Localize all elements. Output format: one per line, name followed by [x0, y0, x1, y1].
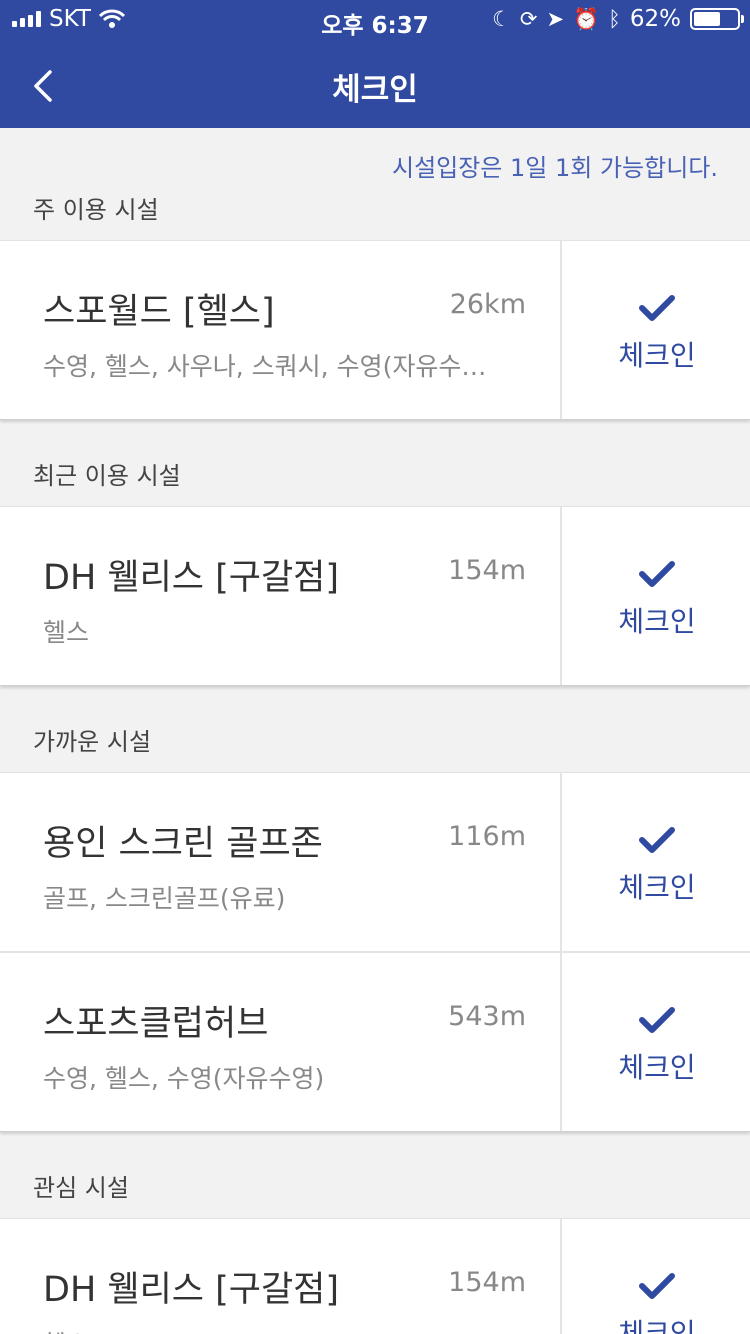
facility-row: DH 웰리스 [구갈점] 154m 헬스 체크인 — [0, 507, 750, 685]
checkin-label: 체크인 — [618, 1317, 696, 1334]
facility-distance: 116m — [448, 821, 526, 852]
facility-tags: 수영, 헬스, 수영(자유수영) — [43, 1064, 325, 1093]
location-icon: ➤ — [546, 7, 565, 31]
card-recent-facility: DH 웰리스 [구갈점] 154m 헬스 체크인 — [0, 506, 750, 686]
checkin-notice: 시설입장은 1일 1회 가능합니다. — [391, 154, 718, 182]
facility-info[interactable]: DH 웰리스 [구갈점] 154m 헬스 — [0, 1219, 562, 1334]
facility-row: 용인 스크린 골프존 116m 골프, 스크린골프(유료) 체크인 — [0, 773, 750, 951]
checkin-label: 체크인 — [618, 339, 696, 372]
facility-name: 스포월드 [헬스] — [43, 292, 275, 332]
battery-percent: 62% — [629, 6, 681, 32]
card-favorite-facility: DH 웰리스 [구갈점] 154m 헬스 체크인 — [0, 1218, 750, 1334]
facility-name: DH 웰리스 [구갈점] — [43, 558, 340, 598]
check-icon — [639, 1273, 675, 1299]
checkin-label: 체크인 — [618, 605, 696, 638]
facility-tags: 헬스 — [43, 618, 90, 647]
card-nearby-facilities: 용인 스크린 골프존 116m 골프, 스크린골프(유료) 체크인 스포츠클럽허… — [0, 772, 750, 1132]
facility-row: 스포츠클럽허브 543m 수영, 헬스, 수영(자유수영) 체크인 — [0, 951, 750, 1131]
check-icon — [639, 295, 675, 321]
facility-row: DH 웰리스 [구갈점] 154m 헬스 체크인 — [0, 1219, 750, 1334]
facility-info[interactable]: DH 웰리스 [구갈점] 154m 헬스 — [0, 507, 562, 685]
facility-distance: 154m — [448, 555, 526, 586]
facility-tags: 수영, 헬스, 사우나, 스쿼시, 수영(자유수… — [43, 352, 487, 381]
section-label-nearby: 가까운 시설 — [33, 728, 152, 756]
checkin-button[interactable]: 체크인 — [564, 241, 750, 419]
facility-name: 스포츠클럽허브 — [43, 1004, 269, 1044]
nav-bar: 체크인 — [0, 40, 750, 128]
page-title: 체크인 — [332, 72, 418, 108]
checkin-button[interactable]: 체크인 — [564, 1219, 750, 1334]
checkin-button[interactable]: 체크인 — [564, 773, 750, 951]
facility-distance: 154m — [448, 1267, 526, 1298]
facility-distance: 26km — [449, 289, 526, 320]
section-label-main: 주 이용 시설 — [33, 196, 159, 224]
check-icon — [639, 1007, 675, 1033]
bluetooth-icon: ᛒ — [608, 7, 621, 31]
checkin-label: 체크인 — [618, 1051, 696, 1084]
moon-icon: ☾ — [492, 7, 511, 31]
facility-distance: 543m — [448, 1001, 526, 1032]
checkin-button[interactable]: 체크인 — [564, 507, 750, 685]
facility-info[interactable]: 스포월드 [헬스] 26km 수영, 헬스, 사우나, 스쿼시, 수영(자유수… — [0, 241, 562, 419]
facility-info[interactable]: 용인 스크린 골프존 116m 골프, 스크린골프(유료) — [0, 773, 562, 951]
alarm-icon: ⏰ — [573, 7, 600, 31]
facility-name: DH 웰리스 [구갈점] — [43, 1270, 340, 1310]
section-label-recent: 최근 이용 시설 — [33, 462, 181, 490]
facility-tags: 헬스 — [43, 1325, 523, 1334]
checkin-button[interactable]: 체크인 — [564, 953, 750, 1131]
status-bar: SKT 오후 6:37 ☾ ⟳ ➤ ⏰ ᛒ 62% — [0, 0, 750, 40]
battery-icon — [690, 8, 744, 30]
card-main-facility: 스포월드 [헬스] 26km 수영, 헬스, 사우나, 스쿼시, 수영(자유수…… — [0, 240, 750, 420]
facility-row: 스포월드 [헬스] 26km 수영, 헬스, 사우나, 스쿼시, 수영(자유수…… — [0, 241, 750, 419]
checkin-label: 체크인 — [618, 871, 696, 904]
section-label-favorite: 관심 시설 — [33, 1174, 129, 1202]
app-header: SKT 오후 6:37 ☾ ⟳ ➤ ⏰ ᛒ 62% 체크인 — [0, 0, 750, 128]
check-icon — [639, 561, 675, 587]
facility-tags: 골프, 스크린골프(유료) — [43, 884, 286, 913]
rotation-lock-icon: ⟳ — [519, 7, 538, 31]
status-right: ☾ ⟳ ➤ ⏰ ᛒ 62% — [492, 6, 744, 32]
facility-name: 용인 스크린 골프존 — [43, 824, 323, 864]
facility-info[interactable]: 스포츠클럽허브 543m 수영, 헬스, 수영(자유수영) — [0, 953, 562, 1131]
check-icon — [639, 827, 675, 853]
